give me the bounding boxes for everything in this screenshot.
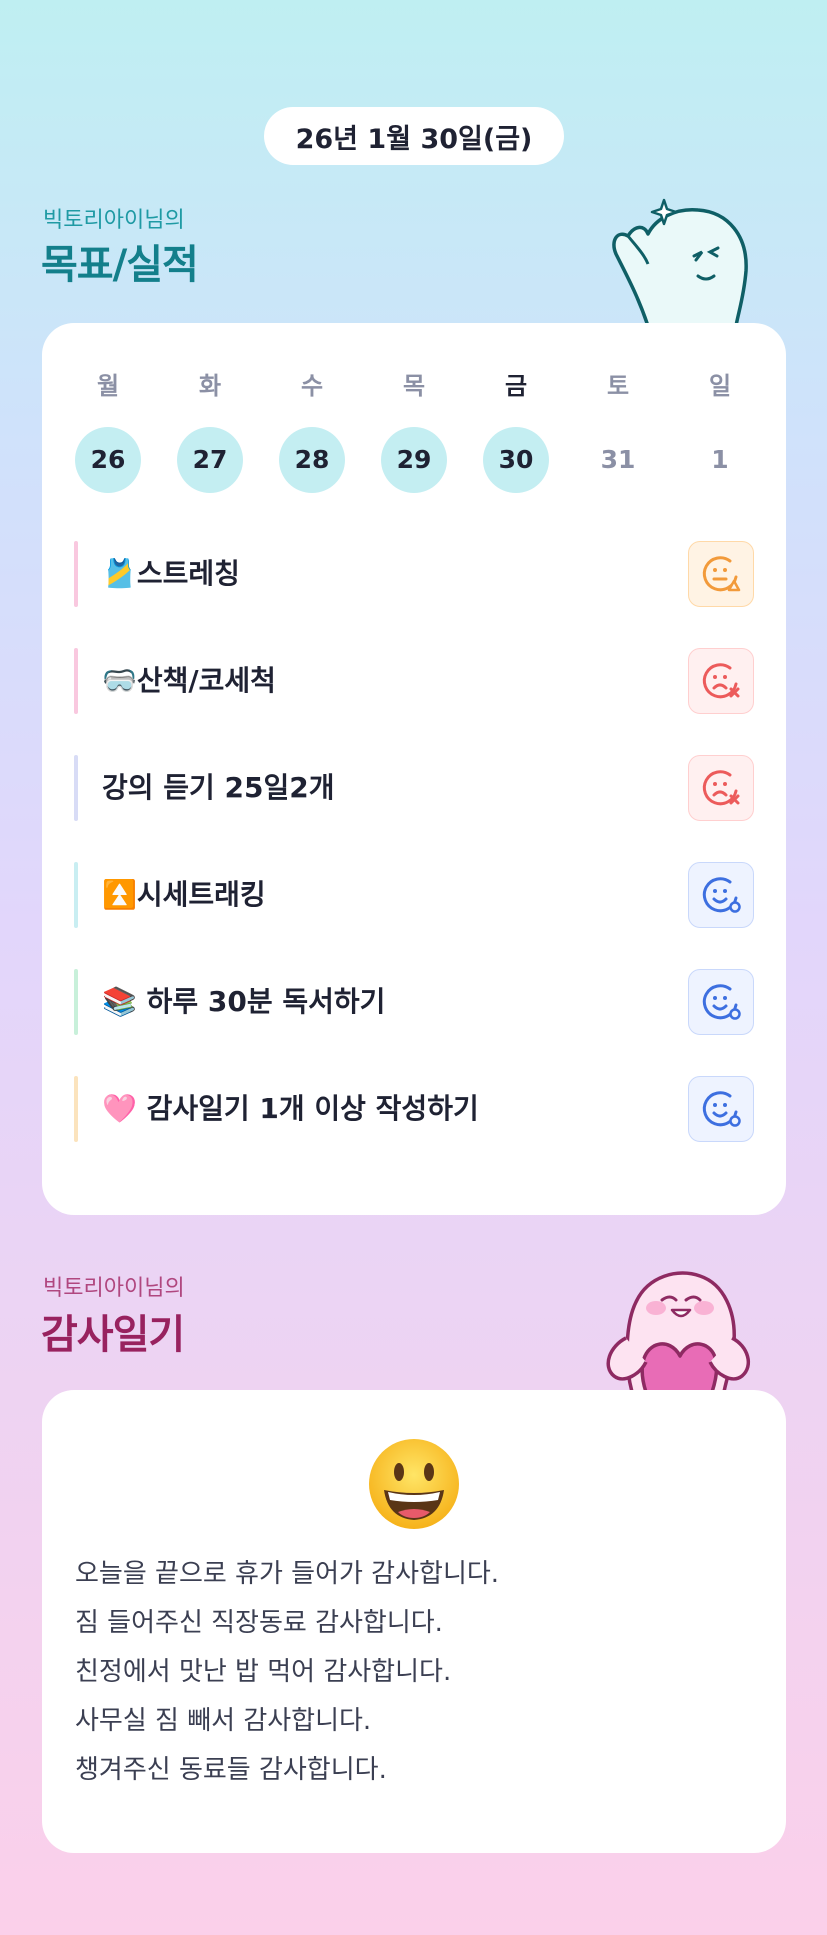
- weekday-tue: 화: [198, 372, 222, 400]
- grinning-face-icon: [369, 1439, 459, 1529]
- smile-circle-icon: [702, 1091, 741, 1127]
- smile-circle-icon: [702, 877, 741, 913]
- mint-mascot-icon: [612, 198, 748, 326]
- status-fail-button[interactable]: [688, 648, 754, 714]
- gratitude-card: 오늘을 끝으로 휴가 들어가 감사합니다. 짐 들어주신 직장동료 감사합니다.…: [42, 1390, 786, 1853]
- goal-color-bar: [74, 648, 78, 714]
- weekday-sun: 일: [708, 372, 732, 400]
- frown-x-icon: [702, 663, 740, 699]
- gratitude-line: 챙겨주신 동료들 감사합니다.: [75, 1755, 387, 1785]
- goals-section-title: 목표/실적: [41, 242, 199, 288]
- weekday-fri: 금: [504, 372, 528, 400]
- goal-item[interactable]: 📚 하루 30분 독서하기: [74, 969, 754, 1035]
- books-icon: 📚: [102, 985, 137, 1018]
- pink-mascot-heart-icon: [606, 1271, 751, 1392]
- double-up-arrow-icon: ⏫: [102, 878, 137, 911]
- day-27[interactable]: 27: [177, 427, 243, 493]
- goal-label: 📚 하루 30분 독서하기: [102, 985, 386, 1018]
- gratitude-line: 사무실 짐 빼서 감사합니다.: [75, 1706, 372, 1736]
- smile-circle-icon: [702, 984, 741, 1020]
- goggles-icon: 🥽: [102, 664, 137, 697]
- goal-label: 🎽스트레칭: [102, 557, 240, 590]
- goal-label: 🩷 감사일기 1개 이상 작성하기: [102, 1092, 479, 1125]
- goal-color-bar: [74, 755, 78, 821]
- gratitude-line: 오늘을 끝으로 휴가 들어가 감사합니다.: [75, 1559, 500, 1589]
- running-shirt-icon: 🎽: [102, 557, 137, 590]
- day-26[interactable]: 26: [75, 427, 141, 493]
- goal-color-bar: [74, 541, 78, 607]
- status-done-button[interactable]: [688, 969, 754, 1035]
- weekday-mon: 월: [96, 372, 120, 400]
- gratitude-owner-label: 빅토리아이님의: [43, 1276, 185, 1301]
- goal-color-bar: [74, 1076, 78, 1142]
- goal-item[interactable]: 🎽스트레칭: [74, 541, 754, 607]
- status-done-button[interactable]: [688, 862, 754, 928]
- goal-label: ⏫시세트래킹: [102, 878, 266, 911]
- goal-color-bar: [74, 969, 78, 1035]
- goal-item[interactable]: 강의 듣기 25일2개: [74, 755, 754, 821]
- date-pill[interactable]: 26년 1월 30일(금): [264, 107, 564, 165]
- status-partial-button[interactable]: [688, 541, 754, 607]
- goals-card: 월 화 수 목 금 토 일 26 27 28 29 30 31 1 🎽스트레칭 …: [42, 323, 786, 1215]
- weekday-wed: 수: [300, 372, 324, 400]
- gratitude-section-title: 감사일기: [41, 1312, 185, 1358]
- goal-color-bar: [74, 862, 78, 928]
- weekday-sat: 토: [606, 372, 630, 400]
- week-strip: 월 화 수 목 금 토 일 26 27 28 29 30 31 1: [42, 371, 786, 521]
- day-31[interactable]: 31: [585, 427, 651, 493]
- day-1[interactable]: 1: [687, 427, 753, 493]
- goal-item[interactable]: 🩷 감사일기 1개 이상 작성하기: [74, 1076, 754, 1142]
- day-30-selected[interactable]: 30: [483, 427, 549, 493]
- status-done-button[interactable]: [688, 1076, 754, 1142]
- gratitude-text: 오늘을 끝으로 휴가 들어가 감사합니다. 짐 들어주신 직장동료 감사합니다.…: [75, 1550, 499, 1795]
- gratitude-line: 친정에서 맛난 밥 먹어 감사합니다.: [75, 1657, 452, 1687]
- goals-owner-label: 빅토리아이님의: [43, 208, 185, 233]
- gratitude-line: 짐 들어주신 직장동료 감사합니다.: [75, 1608, 443, 1638]
- pink-heart-icon: 🩷: [102, 1092, 137, 1125]
- smile-triangle-icon: [702, 556, 741, 592]
- weekday-thu: 목: [402, 372, 426, 400]
- day-29[interactable]: 29: [381, 427, 447, 493]
- current-date: 26년 1월 30일(금): [295, 123, 533, 155]
- frown-x-icon: [702, 770, 740, 806]
- goal-item[interactable]: 🥽산책/코세척: [74, 648, 754, 714]
- status-fail-button[interactable]: [688, 755, 754, 821]
- day-28[interactable]: 28: [279, 427, 345, 493]
- goal-label: 강의 듣기 25일2개: [102, 771, 335, 804]
- goal-label: 🥽산책/코세척: [102, 664, 276, 697]
- goal-item[interactable]: ⏫시세트래킹: [74, 862, 754, 928]
